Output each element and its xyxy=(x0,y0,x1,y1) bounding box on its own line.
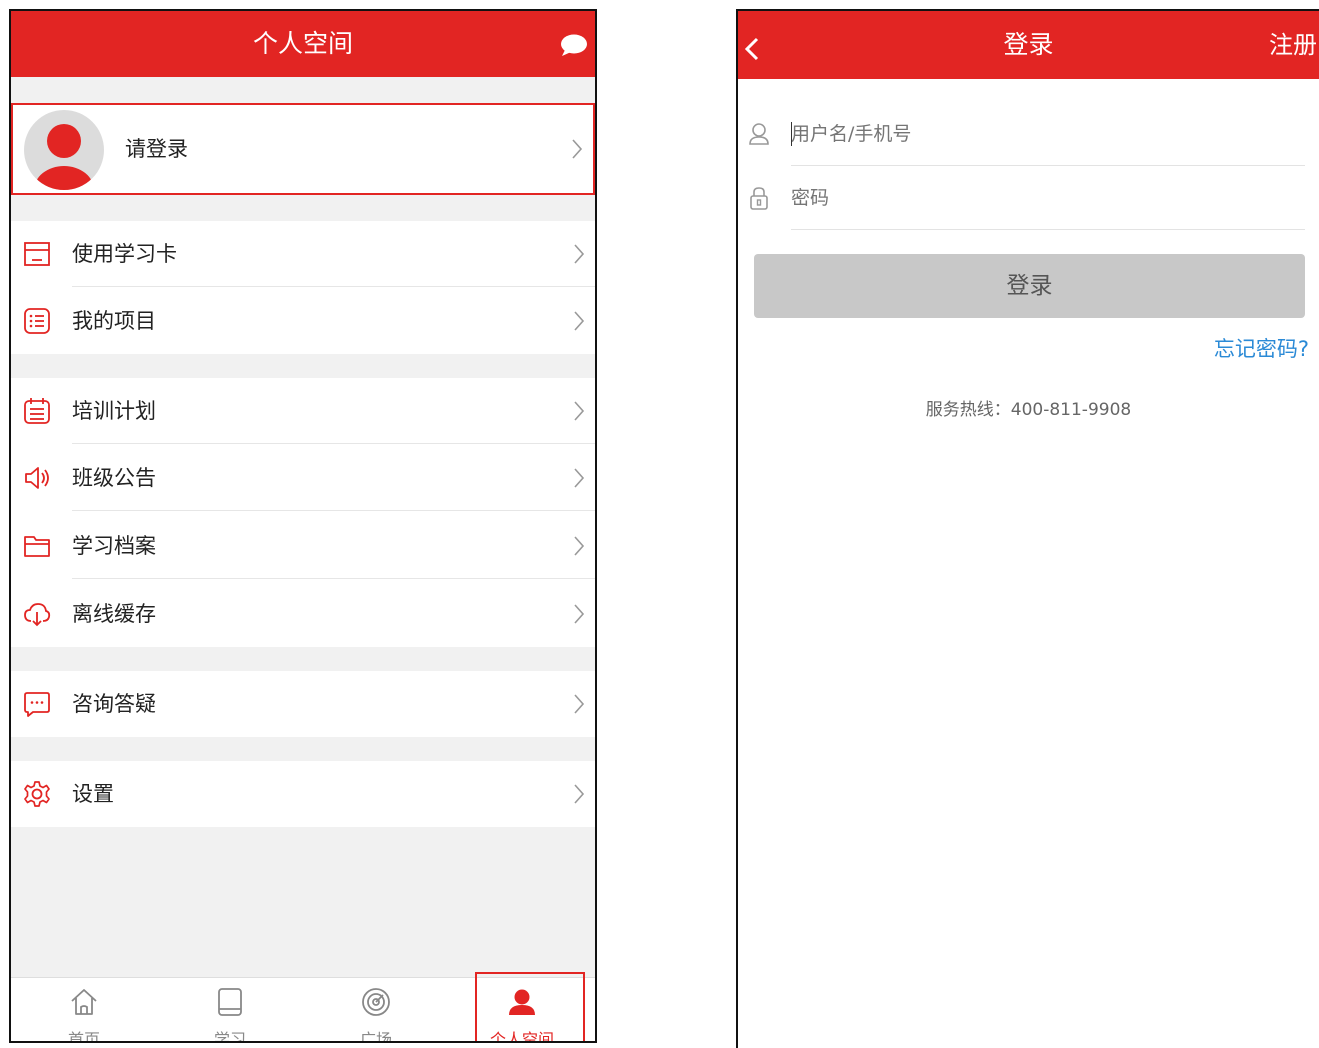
empty-area xyxy=(11,827,595,977)
menu-item-label: 学习档案 xyxy=(72,534,156,558)
chevron-right-icon xyxy=(574,604,585,624)
chevron-right-icon xyxy=(574,536,585,556)
menu-item-offline-cache[interactable]: 离线缓存 xyxy=(11,581,595,647)
menu-item-label: 离线缓存 xyxy=(72,602,156,626)
divider xyxy=(72,578,595,579)
menu-item-settings[interactable]: 设置 xyxy=(11,761,595,827)
divider xyxy=(72,510,595,511)
menu-item-label: 设置 xyxy=(72,782,114,806)
list-icon xyxy=(24,308,50,334)
tab-label: 广场 xyxy=(359,1030,392,1043)
chevron-right-icon xyxy=(574,694,585,714)
chevron-right-icon xyxy=(574,311,585,331)
password-input[interactable] xyxy=(791,174,1305,222)
top-bar: 个人空间 xyxy=(11,11,595,77)
speaker-icon xyxy=(25,467,49,489)
menu-item-label: 我的项目 xyxy=(72,309,156,333)
tab-home[interactable]: 首页 xyxy=(11,978,157,1043)
menu-item-label: 使用学习卡 xyxy=(72,242,177,266)
menu-item-label: 培训计划 xyxy=(72,399,156,423)
password-field[interactable] xyxy=(738,166,1319,230)
top-bar: 登录 注册 xyxy=(738,11,1319,79)
chevron-right-icon xyxy=(574,468,585,488)
tab-label: 学习 xyxy=(213,1030,246,1043)
active-tab-highlight xyxy=(475,972,585,1041)
menu-item-class-notice[interactable]: 班级公告 xyxy=(11,445,595,511)
service-hotline: 服务热线：400-811-9908 xyxy=(925,400,1132,420)
user-outline-icon xyxy=(749,123,769,145)
forgot-password-link[interactable]: 忘记密码? xyxy=(1214,333,1309,363)
menu-item-consultation[interactable]: 咨询答疑 xyxy=(11,671,595,737)
folder-icon xyxy=(24,536,50,557)
menu-item-study-card[interactable]: 使用学习卡 xyxy=(11,221,595,287)
book-icon xyxy=(218,988,242,1016)
page-title: 个人空间 xyxy=(252,29,353,58)
text-cursor xyxy=(791,122,792,146)
login-profile-row[interactable]: 请登录 xyxy=(11,103,595,195)
chevron-right-icon xyxy=(574,784,585,804)
separator xyxy=(11,195,595,221)
card-icon xyxy=(24,242,50,266)
login-screen: 登录 注册 登录 忘记密码? 服务热线：400-811-9908 xyxy=(736,9,1319,1048)
chat-dots-icon xyxy=(24,692,50,717)
tab-square[interactable]: 广场 xyxy=(303,978,449,1043)
personal-space-screen: 个人空间 请登录 使用学习卡 我的项目 培训计划 班级公告 学习档案 离线缓存 … xyxy=(9,9,597,1043)
chevron-right-icon xyxy=(572,139,583,159)
user-avatar-icon xyxy=(34,124,94,190)
register-button[interactable]: 注册 xyxy=(1269,11,1317,79)
login-prompt: 请登录 xyxy=(125,137,188,161)
target-icon xyxy=(362,988,390,1016)
chat-bubble-icon[interactable] xyxy=(559,33,589,57)
tab-label: 首页 xyxy=(67,1030,100,1043)
username-field[interactable] xyxy=(738,102,1319,166)
divider xyxy=(72,286,595,287)
chevron-right-icon xyxy=(574,244,585,264)
tab-study[interactable]: 学习 xyxy=(157,978,303,1043)
chevron-right-icon xyxy=(574,401,585,421)
menu-item-study-archive[interactable]: 学习档案 xyxy=(11,513,595,579)
login-button[interactable]: 登录 xyxy=(754,254,1305,318)
gear-icon xyxy=(24,781,50,807)
menu-item-label: 班级公告 xyxy=(72,466,156,490)
menu-item-label: 咨询答疑 xyxy=(72,692,156,716)
avatar xyxy=(24,110,104,190)
separator xyxy=(11,737,595,761)
underline xyxy=(791,229,1305,230)
lock-icon xyxy=(750,187,768,210)
separator xyxy=(11,647,595,671)
calendar-icon xyxy=(24,398,50,424)
username-input[interactable] xyxy=(791,110,1305,158)
menu-item-my-projects[interactable]: 我的项目 xyxy=(11,288,595,354)
menu-item-training-plan[interactable]: 培训计划 xyxy=(11,378,595,444)
separator xyxy=(11,77,595,103)
cloud-download-icon xyxy=(24,603,51,627)
page-title: 登录 xyxy=(1003,30,1054,59)
home-icon xyxy=(71,989,97,1015)
divider xyxy=(72,443,595,444)
separator xyxy=(11,354,595,378)
